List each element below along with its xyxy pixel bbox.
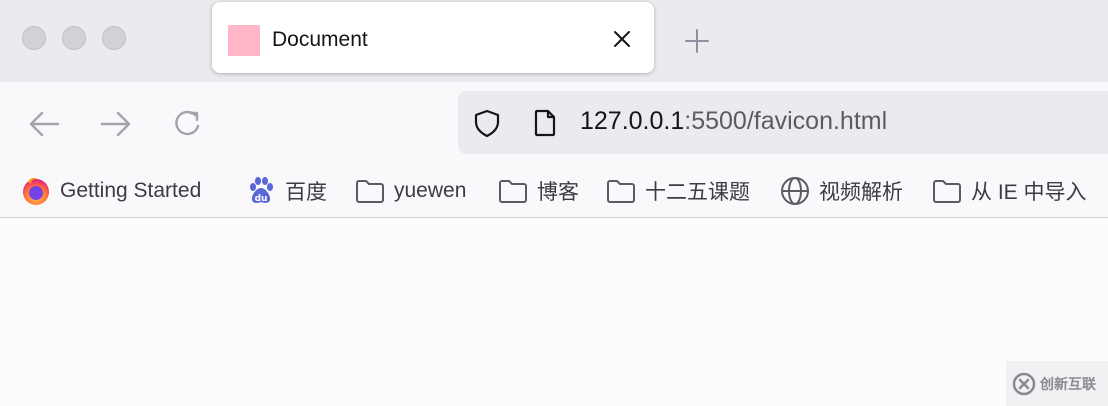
bookmark-folder-blog[interactable]: 博客 [497, 175, 579, 207]
arrow-left-icon[interactable] [24, 104, 64, 144]
navigation-toolbar: 127.0.0.1:5500/favicon.html [0, 82, 1108, 164]
window-minimize-button[interactable] [62, 26, 86, 50]
bookmark-label: Getting Started [60, 179, 202, 202]
folder-icon [933, 180, 961, 203]
bookmark-folder-ie-import[interactable]: 从 IE 中导入 [931, 175, 1087, 207]
bookmark-label: 从 IE 中导入 [971, 181, 1087, 204]
bookmarks-toolbar: Getting Started du 百度 yuewen 博客 十二五课题 视频… [0, 164, 1108, 218]
bookmark-folder-project[interactable]: 十二五课题 [605, 175, 750, 207]
bookmark-folder-yuewen[interactable]: yuewen [354, 175, 466, 207]
watermark-logo-icon [1012, 372, 1036, 395]
tab-title: Document [272, 28, 368, 51]
folder-icon [607, 180, 635, 203]
shield-icon[interactable] [472, 108, 502, 138]
watermark: 创新互联 [1006, 361, 1108, 406]
folder-icon [499, 180, 527, 203]
tab-favicon [228, 25, 260, 56]
bookmark-label: 博客 [537, 181, 579, 204]
window-maximize-button[interactable] [102, 26, 126, 50]
url-bar[interactable]: 127.0.0.1:5500/favicon.html [458, 91, 1108, 154]
tab-strip: Document [0, 0, 1108, 82]
tab-document[interactable]: Document [212, 2, 654, 73]
bookmark-label: 视频解析 [819, 181, 903, 204]
globe-icon [781, 177, 809, 205]
bookmark-baidu[interactable]: du 百度 [245, 175, 327, 207]
arrow-right-icon[interactable] [96, 104, 136, 144]
close-icon[interactable] [610, 27, 634, 51]
reload-icon[interactable] [168, 104, 208, 144]
page-content [0, 219, 1108, 406]
bookmark-label: yuewen [394, 179, 467, 202]
url-path: :5500/favicon.html [684, 107, 888, 135]
bookmark-getting-started[interactable]: Getting Started [20, 175, 201, 207]
firefox-icon [23, 178, 49, 205]
bookmark-video-parse[interactable]: 视频解析 [779, 175, 903, 207]
bookmark-label: 十二五课题 [645, 181, 750, 204]
plus-icon[interactable] [682, 26, 712, 56]
baidu-icon: du [250, 177, 273, 204]
svg-text:du: du [255, 194, 268, 204]
bookmark-label: 百度 [285, 181, 327, 204]
page-icon[interactable] [530, 108, 560, 138]
watermark-text: 创新互联 [1040, 375, 1096, 392]
window-close-button[interactable] [22, 26, 46, 50]
url-host: 127.0.0.1 [580, 107, 685, 135]
url-text[interactable]: 127.0.0.1:5500/favicon.html [580, 107, 887, 136]
folder-icon [356, 180, 384, 203]
